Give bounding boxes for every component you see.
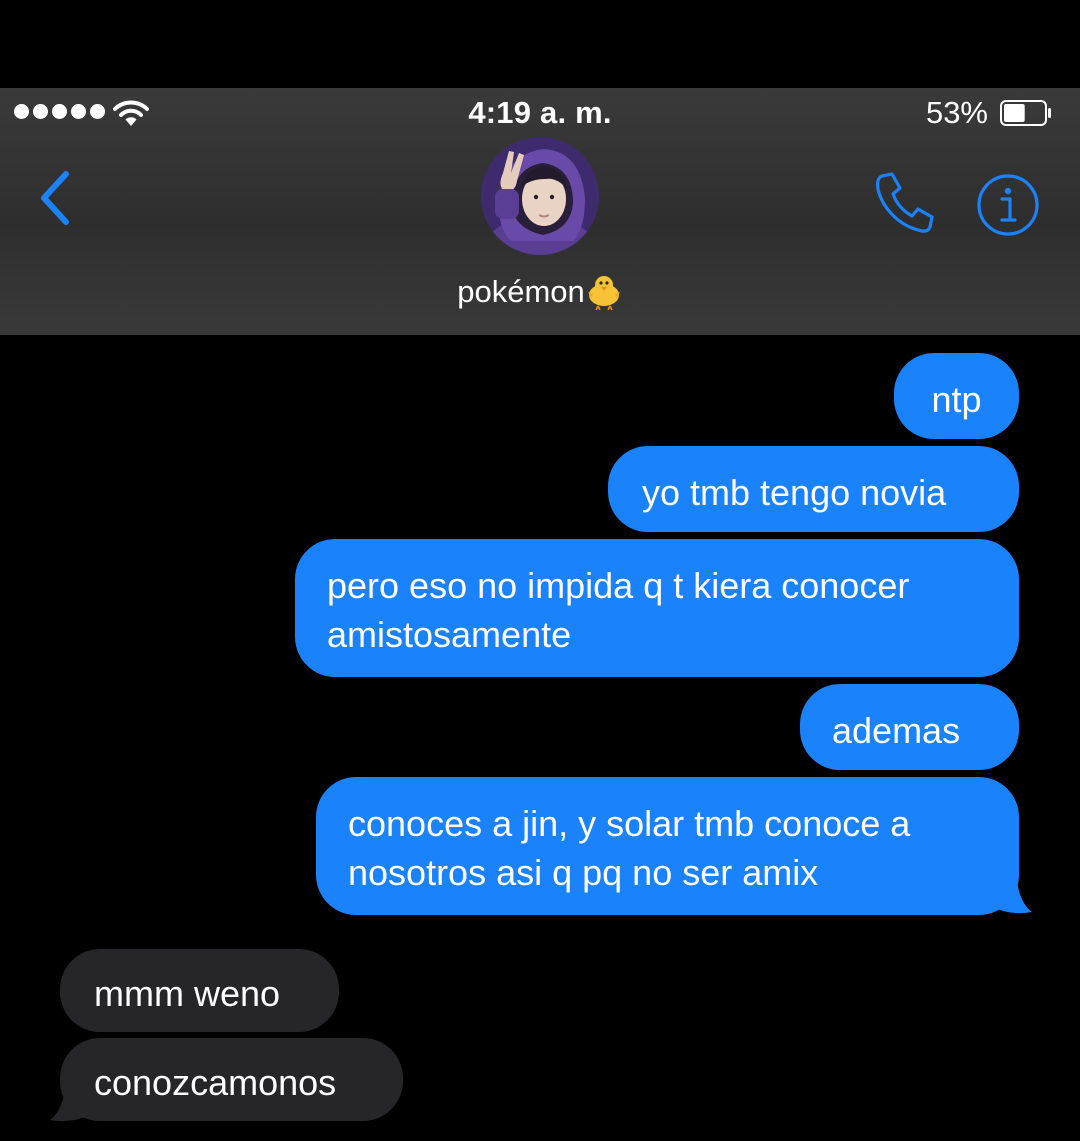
contact-name-text: pokémon bbox=[457, 274, 585, 309]
sent-message-bubble[interactable]: ntp bbox=[894, 353, 1019, 439]
contact-name-label[interactable]: pokémon bbox=[0, 272, 1080, 310]
message-text: conozcamonos bbox=[94, 1062, 337, 1103]
message-text-line: amistosamente bbox=[327, 614, 572, 655]
received-bubble-tail bbox=[50, 1080, 92, 1122]
battery-icon bbox=[1000, 100, 1051, 126]
message-text-line: nosotros asi q pq no ser amix bbox=[348, 852, 819, 893]
sent-message-bubble[interactable]: ademas bbox=[800, 684, 1019, 770]
message-text-line: conoces a jin, y solar tmb conoce a bbox=[348, 803, 911, 844]
sent-message-bubble[interactable]: conoces a jin, y solar tmb conoce a noso… bbox=[316, 777, 1019, 915]
avatar-image bbox=[481, 137, 599, 255]
message-text: ntp bbox=[931, 379, 982, 420]
chick-emoji-icon bbox=[587, 276, 620, 310]
sent-message-bubble[interactable]: yo tmb tengo novia bbox=[608, 446, 1019, 532]
contact-avatar[interactable] bbox=[481, 137, 599, 255]
message-text: ademas bbox=[832, 710, 961, 751]
message-text: yo tmb tengo novia bbox=[642, 472, 947, 513]
battery-percentage: 53% bbox=[925, 95, 988, 130]
received-message-bubble[interactable]: mmm weno bbox=[60, 949, 339, 1032]
status-time: 4:19 a. m. bbox=[468, 95, 612, 130]
info-icon[interactable] bbox=[975, 172, 1041, 238]
phone-call-icon[interactable] bbox=[870, 170, 938, 234]
back-chevron-icon[interactable] bbox=[30, 166, 80, 230]
message-text: mmm weno bbox=[94, 973, 281, 1014]
sent-message-bubble[interactable]: pero eso no impida q t kiera conocer ami… bbox=[295, 539, 1019, 677]
sent-bubble-tail bbox=[990, 872, 1032, 914]
received-message-bubble[interactable]: conozcamonos bbox=[60, 1038, 403, 1121]
message-text-line: pero eso no impida q t kiera conocer bbox=[327, 565, 910, 606]
top-letterbox bbox=[0, 0, 1080, 88]
